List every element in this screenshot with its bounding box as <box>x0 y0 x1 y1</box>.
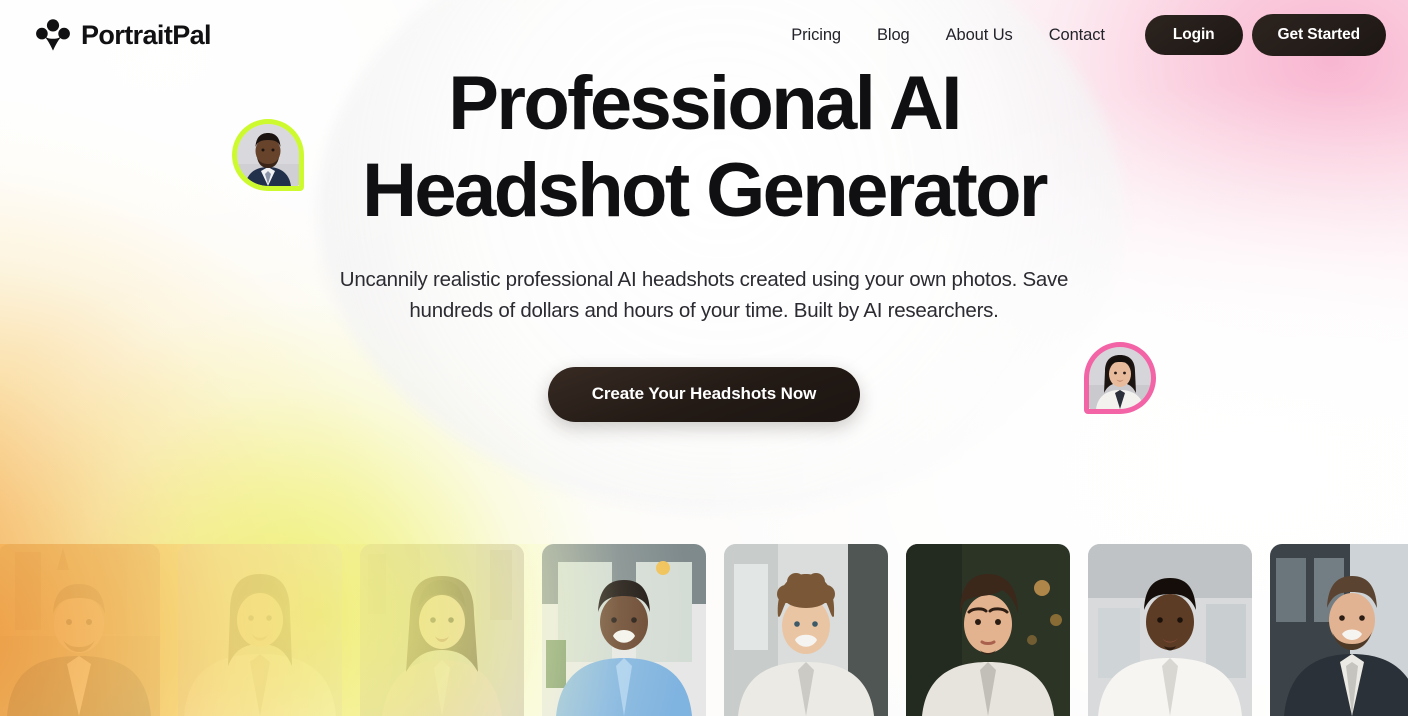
gallery-card[interactable] <box>542 544 706 716</box>
gallery-card[interactable] <box>1088 544 1252 716</box>
main-navigation: Pricing Blog About Us Contact Login Get … <box>781 14 1386 56</box>
hero-title-line-2: Headshot Generator <box>362 147 1048 233</box>
floating-avatar-left <box>232 119 304 191</box>
floating-avatar-right <box>1084 342 1156 414</box>
people-logo-icon <box>36 18 70 52</box>
brand-name: PortraitPal <box>81 19 212 50</box>
nav-link-about-us[interactable]: About Us <box>928 18 1031 53</box>
gallery-card[interactable] <box>360 544 524 716</box>
gallery-card[interactable] <box>724 544 888 716</box>
gallery-card[interactable] <box>0 544 160 716</box>
site-header: PortraitPal Pricing Blog About Us Contac… <box>0 0 1408 70</box>
login-button[interactable]: Login <box>1144 15 1243 55</box>
headshot-gallery <box>0 544 1408 716</box>
brand-logo[interactable]: PortraitPal <box>36 18 212 52</box>
page-root: PortraitPal Pricing Blog About Us Contac… <box>0 0 1408 716</box>
avatar-ring <box>232 119 304 191</box>
nav-link-pricing[interactable]: Pricing <box>781 18 859 53</box>
hero-title-line-1: Professional AI <box>448 61 962 146</box>
get-started-button[interactable]: Get Started <box>1251 14 1386 56</box>
nav-link-blog[interactable]: Blog <box>859 18 928 53</box>
hero-cta-wrapper: Create Your Headshots Now <box>0 366 1408 422</box>
nav-link-contact[interactable]: Contact <box>1031 18 1123 53</box>
hero-subtitle: Uncannily realistic professional AI head… <box>339 267 1069 323</box>
gallery-card[interactable] <box>906 544 1070 716</box>
page-title: Professional AI Headshot Generator <box>0 61 1408 233</box>
avatar-ring <box>1084 342 1156 414</box>
gallery-card[interactable] <box>178 544 342 716</box>
create-headshots-button[interactable]: Create Your Headshots Now <box>547 366 861 422</box>
gallery-card[interactable] <box>1270 544 1408 716</box>
